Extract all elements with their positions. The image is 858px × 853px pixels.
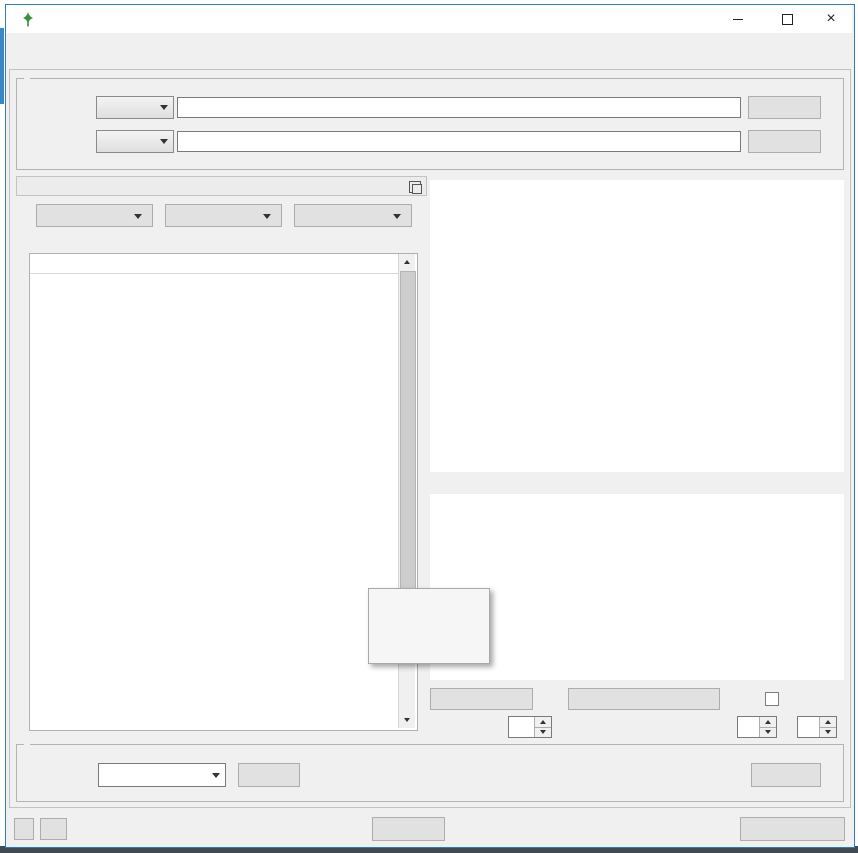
resolution-file-input[interactable]	[177, 131, 741, 152]
spin-up-button[interactable]	[535, 717, 551, 727]
plot-output-combo[interactable]	[98, 763, 226, 787]
run-button[interactable]	[372, 817, 445, 841]
resolution-browse-button[interactable]	[748, 130, 821, 153]
dropdown-arrow-icon	[263, 214, 271, 219]
spectra-to-value	[798, 717, 819, 737]
table-header	[30, 254, 398, 274]
float-dock-icon[interactable]	[409, 181, 421, 193]
display-menu-button[interactable]	[165, 204, 282, 227]
maximize-button[interactable]	[765, 5, 810, 33]
spectra-range-to-spinner[interactable]	[797, 716, 837, 738]
fit-menu-button[interactable]	[36, 204, 153, 227]
spectra-from-value	[738, 717, 759, 737]
mantid-app-icon	[20, 11, 36, 27]
spin-down-button[interactable]	[535, 727, 551, 738]
spin-down-button[interactable]	[760, 727, 776, 738]
scroll-down-button[interactable]	[399, 712, 415, 728]
plot-spectrum-value	[509, 717, 534, 737]
fit-single-spectrum-button[interactable]	[430, 688, 533, 710]
plot-current-preview-button[interactable]	[568, 688, 720, 710]
combo-arrow-icon	[155, 97, 173, 118]
save-button[interactable]	[751, 763, 821, 787]
sample-browse-button[interactable]	[748, 96, 821, 119]
output-group	[16, 744, 844, 802]
resolution-source-combo[interactable]	[96, 130, 174, 153]
fit-function-property-table	[29, 253, 418, 731]
minimize-icon	[733, 19, 743, 20]
combo-arrow-icon	[155, 131, 173, 152]
spin-up-button[interactable]	[820, 717, 836, 727]
spectra-range-from-spinner[interactable]	[737, 716, 777, 738]
minimize-button[interactable]	[715, 5, 760, 33]
dropdown-arrow-icon	[393, 214, 401, 219]
plot-guess-checkbox[interactable]	[765, 692, 779, 706]
dropdown-arrow-icon	[134, 214, 142, 219]
help-button[interactable]	[14, 818, 34, 840]
spin-up-button[interactable]	[760, 717, 776, 727]
fit-function-dock-titlebar[interactable]	[16, 176, 427, 196]
python-export-button[interactable]	[40, 818, 67, 840]
difference-plot[interactable]	[430, 494, 844, 680]
close-icon: ×	[826, 11, 835, 27]
spin-down-button[interactable]	[820, 727, 836, 738]
scroll-up-button[interactable]	[399, 254, 415, 270]
plot-button[interactable]	[238, 763, 300, 787]
setup-menu-button[interactable]	[294, 204, 412, 227]
input-group	[16, 78, 844, 170]
sample-fit-plot[interactable]	[430, 180, 844, 472]
manage-directories-button[interactable]	[740, 817, 845, 841]
sample-file-input[interactable]	[177, 97, 741, 118]
background-window-edge	[0, 28, 4, 104]
combo-arrow-icon	[207, 764, 225, 786]
close-button[interactable]: ×	[810, 5, 852, 33]
scrollbar-thumb[interactable]	[400, 271, 416, 641]
parameter-context-menu	[368, 588, 490, 664]
title-bar: ×	[6, 5, 852, 33]
plot-spectrum-spinner[interactable]	[508, 716, 552, 738]
sample-source-combo[interactable]	[96, 96, 174, 119]
maximize-icon	[782, 14, 793, 25]
